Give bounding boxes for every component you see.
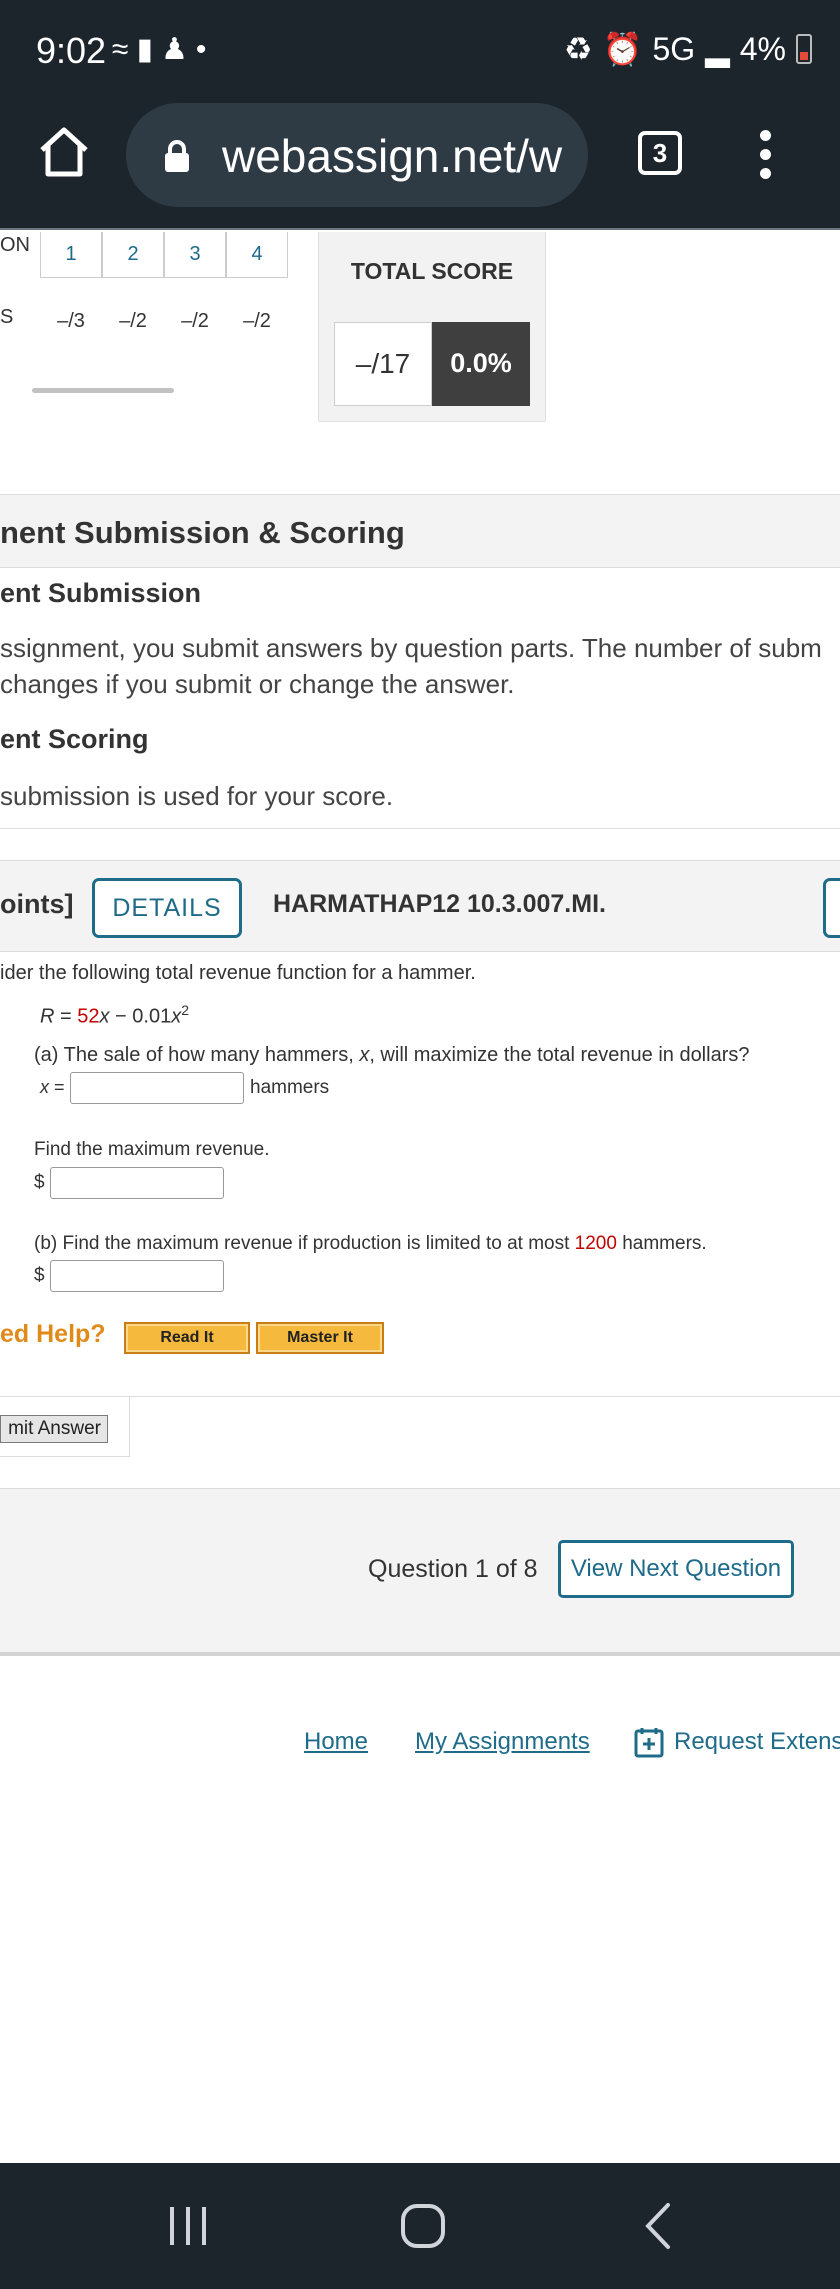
question-link-2[interactable]: 2: [102, 232, 164, 278]
battery-label: 4%: [739, 30, 786, 67]
question-score-4: –/2: [243, 310, 271, 332]
submit-cell: mit Answer: [0, 1397, 130, 1457]
score-row-label: S: [0, 306, 14, 328]
revenue-equation: R = 52x − 0.01x2: [40, 1002, 190, 1028]
submit-answer-button[interactable]: mit Answer: [0, 1415, 108, 1443]
question-navigation: Question 1 of 8 View Next Question: [0, 1488, 840, 1656]
request-extension-link[interactable]: Request Extens: [634, 1726, 840, 1758]
recycle-icon: ♻: [563, 31, 593, 67]
question-score-3: –/2: [181, 310, 209, 332]
part-a-input[interactable]: [70, 1072, 244, 1104]
status-right-icons: ♻ ⏰ 5G ▂ 4%: [564, 30, 812, 68]
home-icon[interactable]: [36, 124, 92, 180]
tab-switcher-button[interactable]: 3: [638, 131, 682, 175]
question-link-3[interactable]: 3: [164, 232, 226, 278]
part-a-label: x =: [40, 1077, 65, 1097]
read-it-button[interactable]: Read It: [124, 1322, 250, 1354]
need-help-label: ed Help?: [0, 1320, 106, 1348]
alert-icon: ▮: [136, 33, 161, 66]
question-score-1: –/3: [57, 310, 85, 332]
calendar-plus-icon: [634, 1728, 664, 1758]
submission-text-line-2: changes if you submit or change the answ…: [0, 669, 515, 699]
status-bar: 9:02 ≈▮♟• ♻ ⏰ 5G ▂ 4%: [0, 0, 840, 100]
more-options-icon[interactable]: [758, 130, 772, 180]
signal-icon: ▂: [705, 31, 730, 67]
max-revenue-input[interactable]: [50, 1167, 224, 1199]
submission-text-line-1: ssignment, you submit answers by questio…: [0, 633, 822, 663]
wifi-icon: ≈: [112, 33, 137, 66]
submission-section-header: nent Submission & Scoring: [0, 494, 840, 568]
max-revenue-currency: $: [34, 1172, 45, 1193]
browser-chrome: 9:02 ≈▮♟• ♻ ⏰ 5G ▂ 4% webassign.net/w 3: [0, 0, 840, 230]
submission-section-title: nent Submission & Scoring: [0, 515, 405, 550]
footer-my-assignments-link[interactable]: My Assignments: [415, 1728, 590, 1756]
network-label: 5G: [652, 30, 696, 67]
url-text: webassign.net/w: [222, 130, 563, 182]
request-extension-label: Request Extens: [674, 1728, 840, 1755]
question-link-1[interactable]: 1: [40, 232, 102, 278]
url-bar[interactable]: webassign.net/w: [126, 103, 588, 207]
total-score-panel: TOTAL SCORE –/17 0.0%: [318, 232, 546, 422]
part-b-prompt: (b) Find the maximum revenue if producti…: [34, 1233, 707, 1254]
part-a-unit: hammers: [250, 1077, 330, 1098]
battery-icon: [796, 34, 812, 64]
max-revenue-prompt: Find the maximum revenue.: [34, 1139, 270, 1160]
part-a-prompt: (a) The sale of how many hammers, x, wil…: [34, 1044, 750, 1066]
submit-area: mit Answer: [0, 1396, 840, 1457]
part-b-input[interactable]: [50, 1260, 224, 1292]
home-nav-icon[interactable]: [398, 2201, 448, 2251]
system-navigation-bar: [0, 2163, 840, 2289]
status-time: 9:02: [36, 30, 107, 71]
status-left-icons: ≈▮♟•: [112, 32, 214, 67]
part-b-limit: 1200: [574, 1233, 617, 1254]
footer-home-link[interactable]: Home: [304, 1728, 368, 1756]
question-link-4[interactable]: 4: [226, 232, 288, 278]
question-intro: ider the following total revenue functio…: [0, 962, 476, 984]
back-icon[interactable]: [640, 2201, 676, 2251]
alarm-icon: ⏰: [602, 31, 643, 67]
chrome-divider: [0, 228, 840, 230]
equation-coefficient: 52: [77, 1005, 100, 1028]
question-header-edge-button[interactable]: [823, 878, 840, 938]
question-count: Question 1 of 8: [368, 1555, 538, 1583]
details-button[interactable]: DETAILS: [92, 878, 242, 938]
dot-icon: •: [195, 33, 215, 66]
question-code: HARMATHAP12 10.3.007.MI.: [273, 890, 606, 918]
lock-icon: [165, 140, 189, 172]
part-b-currency: $: [34, 1265, 45, 1286]
scoring-text: submission is used for your score.: [0, 781, 394, 811]
view-next-question-button[interactable]: View Next Question: [558, 1540, 794, 1598]
question-points: oints]: [0, 889, 74, 919]
question-header: oints] DETAILS HARMATHAP12 10.3.007.MI.: [0, 860, 840, 952]
question-column-label: ON: [0, 234, 30, 256]
total-score-raw: –/17: [334, 322, 432, 406]
total-score-title: TOTAL SCORE: [350, 258, 514, 284]
total-score-percent: 0.0%: [432, 322, 530, 406]
submission-heading: ent Submission: [0, 578, 202, 608]
scoring-heading: ent Scoring: [0, 724, 149, 754]
recent-apps-icon[interactable]: [166, 2201, 210, 2251]
master-it-button[interactable]: Master It: [256, 1322, 384, 1354]
question-score-2: –/2: [119, 310, 147, 332]
section-divider: [0, 828, 840, 829]
accessibility-icon: ♟: [160, 33, 196, 66]
score-table-scrollbar[interactable]: [32, 388, 174, 393]
